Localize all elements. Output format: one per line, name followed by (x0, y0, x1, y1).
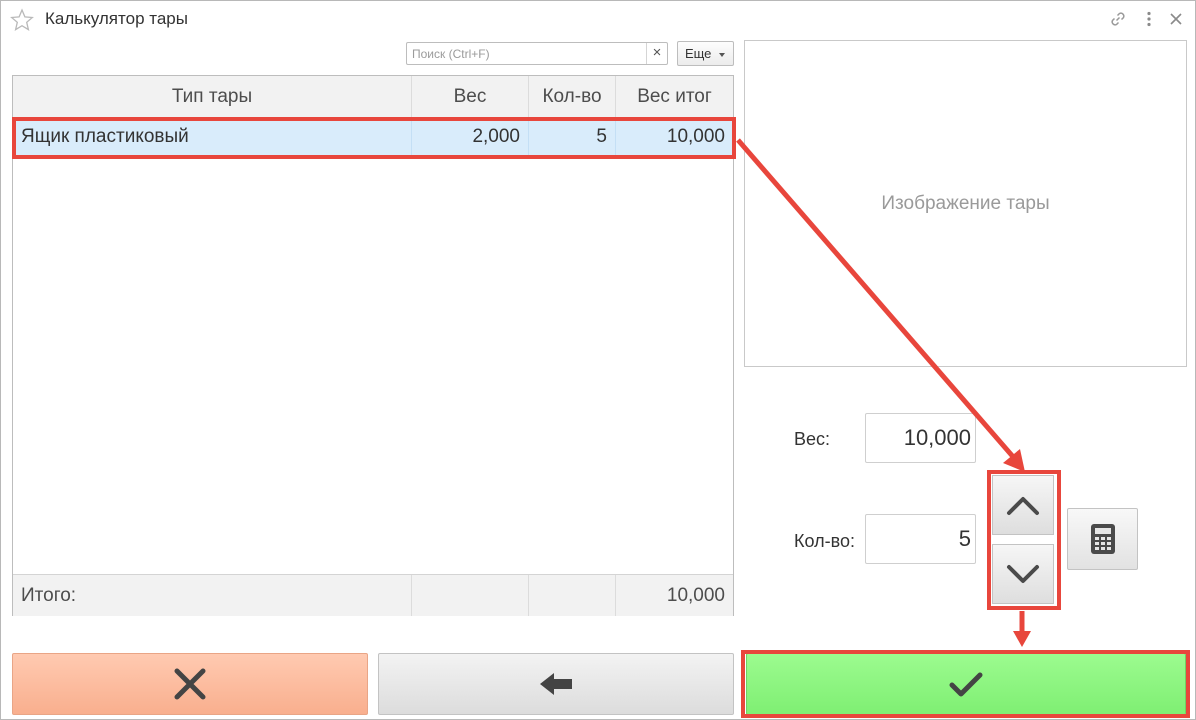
footer-qty (529, 575, 616, 616)
window-title: Калькулятор тары (45, 9, 188, 28)
more-vertical-icon[interactable] (1139, 9, 1159, 29)
qty-label: Кол-во: (794, 531, 855, 551)
title-bar: Калькулятор тары (1, 1, 1195, 37)
footer-weight (412, 575, 529, 616)
star-icon[interactable] (10, 8, 34, 32)
cancel-button[interactable] (12, 653, 368, 715)
column-header-qty[interactable]: Кол-во (529, 76, 616, 117)
footer-total: 10,000 (666, 585, 725, 606)
check-icon (949, 672, 983, 697)
cell-type[interactable]: Ящик пластиковый (13, 118, 412, 155)
increase-qty-button[interactable] (992, 475, 1054, 535)
table-footer: Итого: 10,000 (13, 574, 733, 616)
tare-image-panel: Изображение тары (744, 40, 1187, 367)
table-row[interactable]: Ящик пластиковый 2,000 5 10,000 (13, 118, 733, 156)
search-placeholder: Поиск (Ctrl+F) (412, 47, 490, 61)
column-header-total[interactable]: Вес итог (616, 76, 733, 117)
column-header-type[interactable]: Тип тары (13, 76, 412, 117)
chevron-down-icon (1007, 565, 1039, 583)
close-icon[interactable] (1166, 9, 1186, 29)
tare-table: Тип тары Вес Кол-во Вес итог Ящик пласти… (12, 75, 734, 616)
calculator-button[interactable] (1067, 508, 1138, 570)
annotation-arrowhead-2 (1013, 631, 1031, 647)
link-icon[interactable] (1108, 9, 1128, 29)
back-button[interactable] (378, 653, 734, 715)
chevron-up-icon (1007, 497, 1039, 515)
search-input[interactable]: Поиск (Ctrl+F) × (406, 42, 668, 65)
cell-total[interactable]: 10,000 (616, 118, 733, 155)
x-icon (174, 668, 206, 700)
decrease-qty-button[interactable] (992, 544, 1054, 604)
calculator-window: Калькулятор тары Поиск (Ctrl+F) × Еще Ти… (0, 0, 1196, 720)
weight-label: Вес: (794, 429, 831, 449)
ok-button[interactable] (746, 653, 1186, 715)
qty-field[interactable]: 5 (865, 514, 976, 564)
tare-image-placeholder: Изображение тары (881, 193, 1050, 214)
annotation-arrowhead (1003, 449, 1025, 472)
more-button-label: Еще (684, 46, 712, 61)
calculator-icon (1090, 524, 1115, 554)
column-header-weight[interactable]: Вес (412, 76, 529, 117)
more-button[interactable]: Еще (677, 41, 734, 66)
arrow-left-icon (540, 673, 572, 695)
search-clear-button[interactable]: × (646, 43, 667, 64)
cell-qty[interactable]: 5 (529, 118, 616, 155)
triangle-down-icon (719, 52, 726, 57)
footer-label: Итого: (13, 575, 412, 616)
table-header: Тип тары Вес Кол-во Вес итог (13, 76, 733, 118)
weight-field[interactable]: 10,000 (865, 413, 976, 463)
cell-weight[interactable]: 2,000 (412, 118, 529, 155)
